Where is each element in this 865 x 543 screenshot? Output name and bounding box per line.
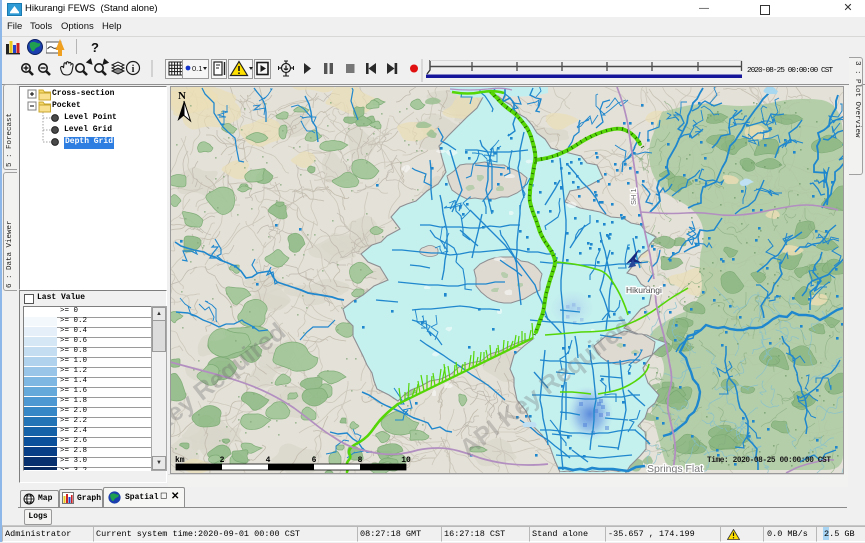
svg-text:6: 6 <box>312 456 317 465</box>
svg-text:Time: 2020-08-25 00:00:00 CST: Time: 2020-08-25 00:00:00 CST <box>707 457 831 465</box>
svg-text:km: km <box>175 456 185 465</box>
svg-text:10: 10 <box>401 456 411 465</box>
svg-text:8: 8 <box>358 456 363 465</box>
svg-text:i: i <box>132 64 135 75</box>
svg-text:4: 4 <box>266 456 271 465</box>
svg-text:SH 1: SH 1 <box>629 188 638 205</box>
svg-text:0.1: 0.1 <box>192 64 202 73</box>
svg-text:2: 2 <box>220 456 225 465</box>
svg-text:Springs Flat: Springs Flat <box>647 463 703 474</box>
svg-text:Hikurangi: Hikurangi <box>626 285 662 295</box>
svg-text:2020-08-25 00:00:00 CST: 2020-08-25 00:00:00 CST <box>747 67 833 75</box>
svg-text:N: N <box>178 90 186 102</box>
